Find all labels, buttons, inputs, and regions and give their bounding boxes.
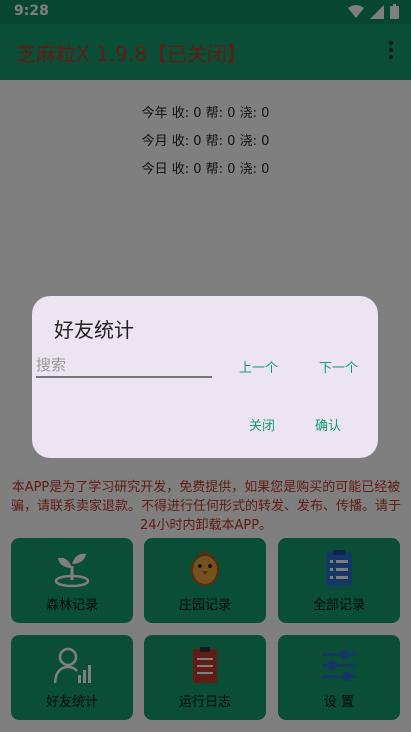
dialog-title: 好友统计 xyxy=(54,318,134,342)
next-button[interactable]: 下一个 xyxy=(319,357,358,376)
close-button[interactable]: 关闭 xyxy=(249,415,275,434)
search-input[interactable] xyxy=(36,354,212,378)
friend-stats-dialog: 好友统计 上一个 下一个 关闭 确认 xyxy=(32,296,378,458)
prev-button[interactable]: 上一个 xyxy=(239,357,278,376)
confirm-button[interactable]: 确认 xyxy=(315,415,341,434)
